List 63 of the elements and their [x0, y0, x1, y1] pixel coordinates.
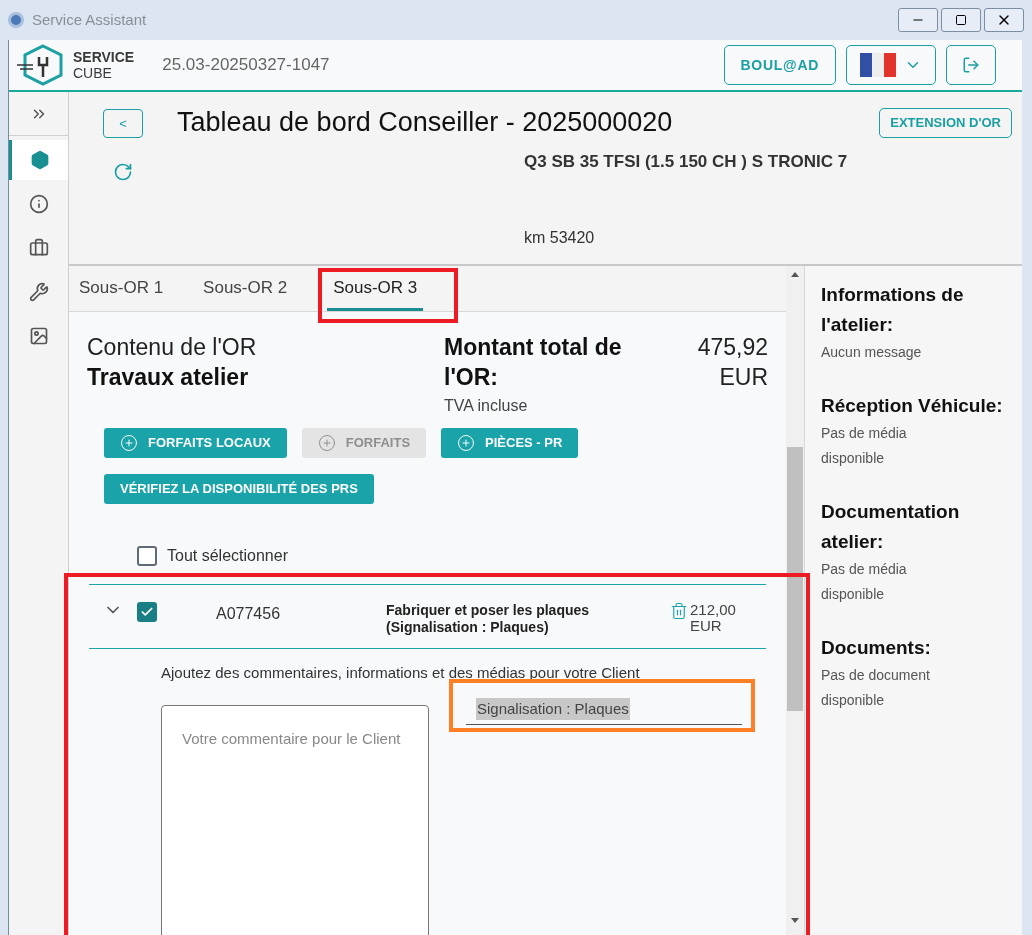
- scroll-thumb[interactable]: [787, 447, 803, 711]
- total-currency: EUR: [719, 363, 768, 392]
- app-logo-icon: [8, 12, 24, 28]
- info-heading: Documentation atelier:: [821, 500, 961, 554]
- action-button: FORFAITS: [301, 428, 427, 458]
- section-subheading: Travaux atelier: [87, 363, 250, 392]
- briefcase-icon: [28, 238, 49, 258]
- item-subtitle: (Signalisation : Plaques): [386, 619, 550, 636]
- info-icon: [28, 194, 49, 214]
- tag-field[interactable]: Signalisation : Plaques: [466, 695, 742, 725]
- checkbox-label: Tout sélectionner: [167, 546, 288, 566]
- maximize-button[interactable]: [941, 8, 981, 32]
- logout-icon: [962, 56, 980, 74]
- check-icon: [140, 605, 154, 619]
- info-heading: Documents:: [821, 636, 932, 660]
- section-heading: Contenu de l'OR: [87, 333, 258, 362]
- image-icon: [28, 326, 49, 346]
- tab[interactable]: Sous-OR 3: [327, 274, 424, 311]
- item-title: Fabriquer et poser les plaques: [386, 602, 591, 619]
- action-button[interactable]: FORFAITS LOCAUX: [104, 428, 287, 458]
- logout-button[interactable]: [946, 45, 996, 85]
- window-title: Service Assistant: [32, 9, 147, 30]
- scrollbar[interactable]: [786, 266, 804, 935]
- vehicle-text: Q3 SB 35 TFSI (1.5 150 CH ) S TRONIC 7: [524, 150, 849, 173]
- info-text: Aucun message: [821, 343, 923, 362]
- item-code: A077456: [216, 604, 282, 624]
- maximize-icon: [955, 14, 967, 26]
- language-button[interactable]: [846, 45, 936, 85]
- wrench-icon: [28, 282, 49, 302]
- action-button[interactable]: PIÈCES - PR: [441, 428, 579, 458]
- tag-value: Signalisation : Plaques: [476, 697, 630, 720]
- page-title: Tableau de bord Conseiller - 2025000020: [177, 106, 673, 139]
- extension-button[interactable]: EXTENSION D'OR: [879, 108, 1012, 138]
- checkbox[interactable]: [137, 602, 157, 622]
- refresh-icon[interactable]: [113, 162, 133, 182]
- scroll-up-icon[interactable]: [791, 272, 799, 277]
- info-text: Pas de média disponible: [821, 424, 908, 468]
- comment-field[interactable]: Votre commentaire pour le Client: [161, 705, 429, 935]
- tab[interactable]: Sous-OR 2: [203, 274, 288, 311]
- info-heading: Réception Véhicule:: [821, 394, 1004, 418]
- scroll-down-icon[interactable]: [791, 918, 799, 923]
- flag-icon: [860, 53, 896, 77]
- trash-icon[interactable]: [670, 602, 688, 620]
- mileage-text: km 53420: [524, 228, 596, 248]
- logo-subtext: CUBE: [73, 65, 113, 81]
- sidebar-item[interactable]: [9, 140, 68, 180]
- back-button[interactable]: <: [103, 109, 143, 138]
- tab[interactable]: Sous-OR 1: [79, 274, 164, 311]
- info-text: Pas de média disponible: [821, 560, 908, 604]
- item-price: 212,00: [690, 602, 736, 618]
- item-currency: EUR: [690, 618, 723, 634]
- checkbox[interactable]: [137, 546, 157, 566]
- info-heading: Informations de l'atelier:: [821, 283, 965, 337]
- action-button[interactable]: VÉRIFIEZ LA DISPONIBILITÉ DES PRS: [104, 474, 374, 504]
- close-button[interactable]: [984, 8, 1024, 32]
- total-label: Montant total de l'OR:: [444, 333, 623, 392]
- version-text: 25.03-20250327-1047: [162, 54, 330, 77]
- info-text: Pas de document disponible: [821, 666, 931, 710]
- vat-note: TVA incluse: [444, 396, 529, 416]
- user-button[interactable]: BOUL@AD: [723, 45, 836, 85]
- logo-text: SERVICE: [73, 49, 135, 65]
- comment-prompt: Ajoutez des commentaires, informations et des médias pour votre Client: [161, 664, 640, 681]
- total-amount: 475,92: [697, 333, 768, 362]
